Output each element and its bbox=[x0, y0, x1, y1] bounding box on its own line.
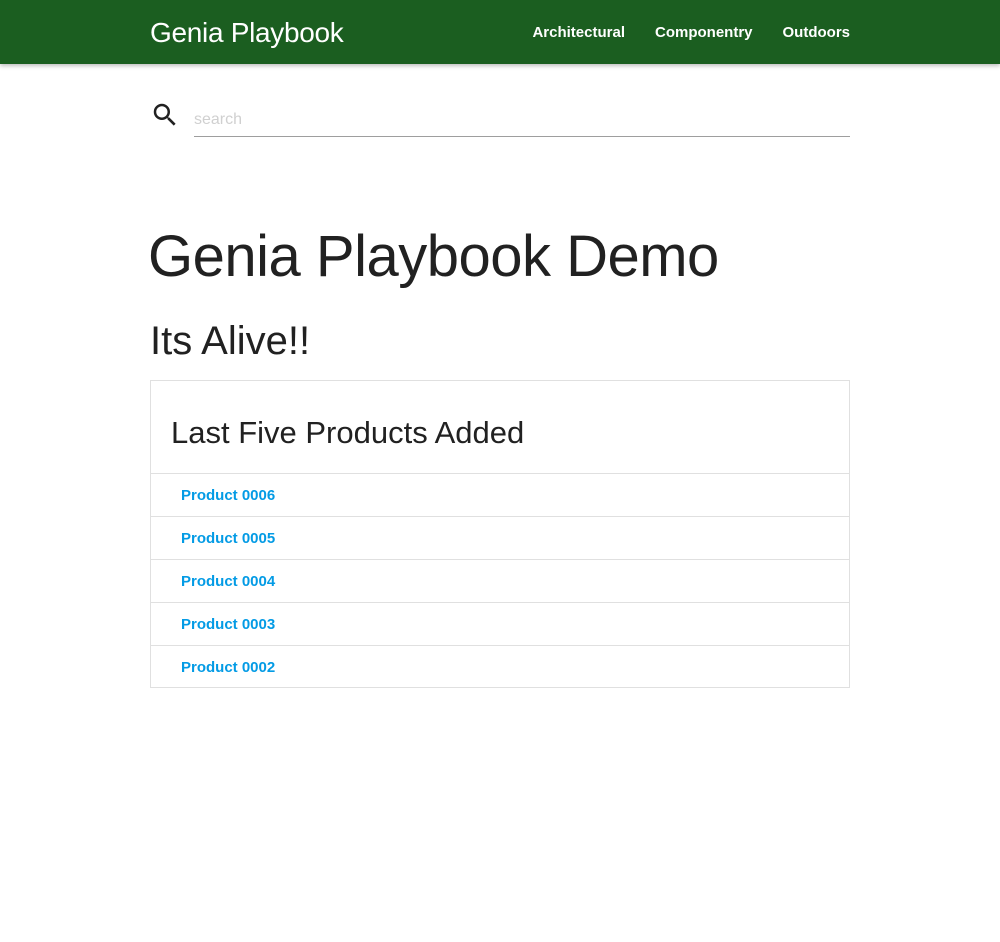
nav-links: Architectural Componentry Outdoors bbox=[502, 0, 850, 64]
product-link[interactable]: Product 0004 bbox=[181, 573, 275, 590]
product-link[interactable]: Product 0003 bbox=[181, 616, 275, 633]
nav-link-componentry[interactable]: Componentry bbox=[655, 24, 753, 41]
page-subtitle: Its Alive!! bbox=[150, 319, 311, 363]
list-item: Product 0004 bbox=[151, 560, 849, 603]
search-bar bbox=[150, 96, 850, 140]
brand-logo[interactable]: Genia Playbook bbox=[150, 16, 344, 50]
nav-link-architectural[interactable]: Architectural bbox=[532, 24, 625, 41]
product-link[interactable]: Product 0002 bbox=[181, 659, 275, 676]
product-link[interactable]: Product 0005 bbox=[181, 530, 275, 547]
search-icon bbox=[153, 103, 176, 126]
navbar: Genia Playbook Architectural Componentry… bbox=[0, 0, 1000, 64]
card-title: Last Five Products Added bbox=[171, 415, 525, 450]
list-item: Product 0002 bbox=[151, 646, 849, 688]
list-item: Product 0003 bbox=[151, 603, 849, 646]
card-header: Last Five Products Added bbox=[151, 381, 849, 474]
recent-products-card: Last Five Products Added Product 0006 Pr… bbox=[150, 380, 850, 688]
product-link[interactable]: Product 0006 bbox=[181, 487, 275, 504]
page-title: Genia Playbook Demo bbox=[148, 224, 719, 289]
search-input[interactable] bbox=[194, 96, 850, 137]
nav-link-outdoors[interactable]: Outdoors bbox=[783, 24, 851, 41]
list-item: Product 0006 bbox=[151, 474, 849, 517]
list-item: Product 0005 bbox=[151, 517, 849, 560]
